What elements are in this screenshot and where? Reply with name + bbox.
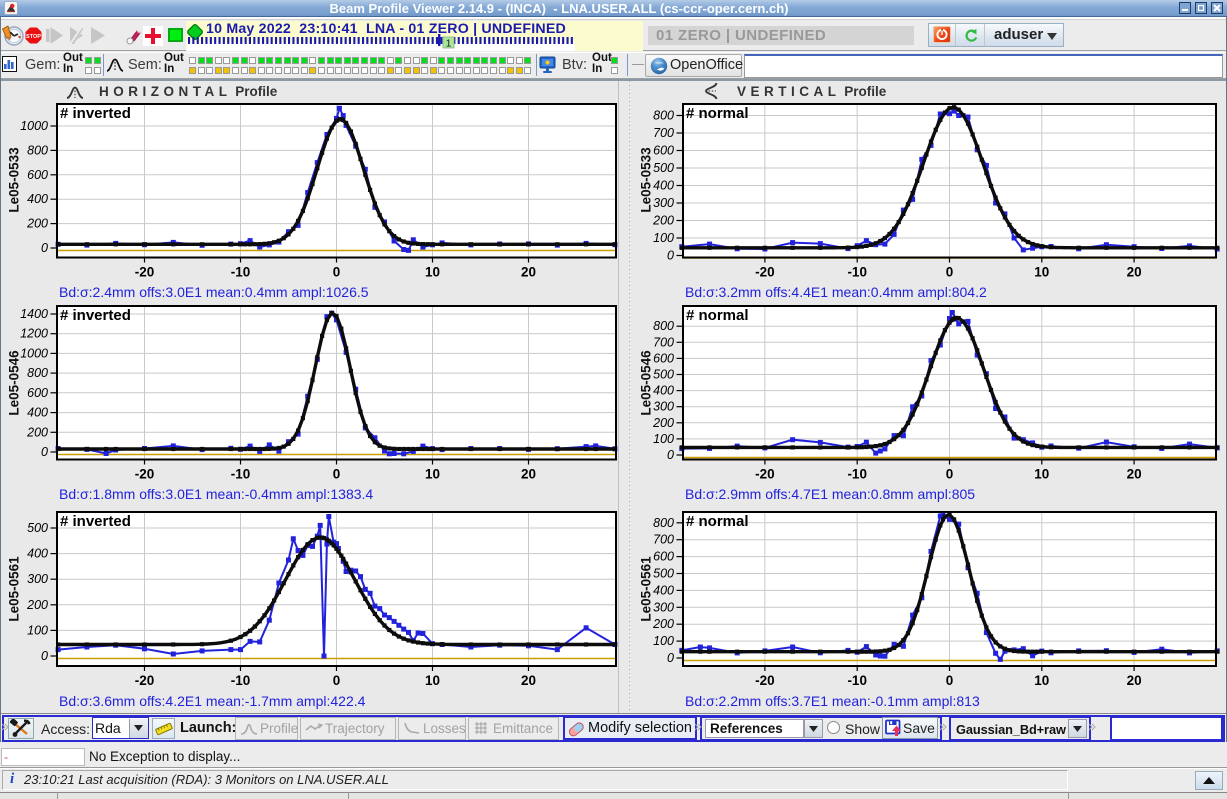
svg-text:1: 1 bbox=[446, 38, 452, 50]
svg-text:# inverted: # inverted bbox=[60, 513, 131, 530]
svg-text:20: 20 bbox=[1127, 264, 1142, 279]
svg-text:600: 600 bbox=[27, 386, 48, 400]
svg-text:100: 100 bbox=[27, 623, 48, 637]
svg-text:Le05-0546: Le05-0546 bbox=[639, 350, 654, 416]
svg-text:500: 500 bbox=[27, 521, 48, 535]
svg-text:800: 800 bbox=[27, 366, 48, 380]
svg-text:400: 400 bbox=[27, 192, 48, 206]
svg-text:0: 0 bbox=[333, 264, 341, 279]
svg-text:# normal: # normal bbox=[686, 307, 749, 324]
svg-text:200: 200 bbox=[26, 425, 48, 439]
svg-text:0: 0 bbox=[946, 673, 954, 688]
svg-text:Le05-0561: Le05-0561 bbox=[7, 556, 22, 622]
svg-text:0: 0 bbox=[41, 649, 48, 663]
svg-text:-20: -20 bbox=[135, 264, 155, 279]
svg-text:800: 800 bbox=[653, 516, 674, 530]
svg-text:100: 100 bbox=[653, 231, 674, 245]
svg-text:20: 20 bbox=[1127, 467, 1142, 482]
svg-text:10: 10 bbox=[1034, 673, 1049, 688]
svg-text:10: 10 bbox=[425, 264, 440, 279]
svg-text:0: 0 bbox=[333, 467, 341, 482]
svg-text:Le05-0561: Le05-0561 bbox=[639, 556, 654, 622]
svg-text:800: 800 bbox=[27, 143, 48, 157]
svg-text:0: 0 bbox=[946, 264, 954, 279]
svg-text:-10: -10 bbox=[847, 673, 867, 688]
svg-text:400: 400 bbox=[27, 406, 48, 420]
svg-text:Le05-0533: Le05-0533 bbox=[7, 147, 22, 213]
svg-text:10: 10 bbox=[425, 673, 440, 688]
svg-text:STOP: STOP bbox=[26, 34, 41, 40]
svg-text:10: 10 bbox=[1034, 264, 1049, 279]
svg-text:200: 200 bbox=[26, 598, 48, 612]
svg-text:200: 200 bbox=[26, 216, 48, 230]
svg-text:20: 20 bbox=[521, 673, 536, 688]
svg-text:400: 400 bbox=[27, 547, 48, 561]
svg-text:10: 10 bbox=[425, 467, 440, 482]
svg-text:100: 100 bbox=[653, 432, 674, 446]
svg-text:0: 0 bbox=[667, 448, 674, 462]
svg-text:20: 20 bbox=[521, 467, 536, 482]
svg-text:# inverted: # inverted bbox=[60, 307, 131, 324]
svg-text:-10: -10 bbox=[847, 467, 867, 482]
svg-text:-20: -20 bbox=[755, 467, 775, 482]
svg-text:20: 20 bbox=[1127, 673, 1142, 688]
svg-text:-20: -20 bbox=[755, 264, 775, 279]
svg-text:20: 20 bbox=[521, 264, 536, 279]
svg-text:# inverted: # inverted bbox=[60, 105, 131, 122]
svg-text:0: 0 bbox=[667, 248, 674, 262]
svg-text:-10: -10 bbox=[847, 264, 867, 279]
svg-text:# normal: # normal bbox=[686, 513, 749, 530]
svg-text:-20: -20 bbox=[755, 673, 775, 688]
svg-text:800: 800 bbox=[653, 319, 674, 333]
svg-text:1400: 1400 bbox=[20, 307, 48, 321]
svg-text:Le05-0546: Le05-0546 bbox=[7, 350, 22, 416]
svg-text:-20: -20 bbox=[135, 467, 155, 482]
svg-text:Le05-0533: Le05-0533 bbox=[639, 147, 654, 213]
svg-text:-10: -10 bbox=[231, 264, 251, 279]
svg-text:0: 0 bbox=[946, 467, 954, 482]
svg-text:0: 0 bbox=[667, 651, 674, 665]
svg-text:10: 10 bbox=[1034, 467, 1049, 482]
svg-text:-20: -20 bbox=[135, 673, 155, 688]
svg-text:800: 800 bbox=[653, 108, 674, 122]
svg-text:600: 600 bbox=[27, 167, 48, 181]
svg-text:-10: -10 bbox=[231, 673, 251, 688]
svg-text:300: 300 bbox=[27, 572, 48, 586]
svg-text:0: 0 bbox=[333, 673, 341, 688]
svg-text:0: 0 bbox=[41, 445, 48, 459]
svg-text:-10: -10 bbox=[231, 467, 251, 482]
svg-text:# normal: # normal bbox=[686, 105, 749, 122]
svg-text:0: 0 bbox=[41, 241, 48, 255]
